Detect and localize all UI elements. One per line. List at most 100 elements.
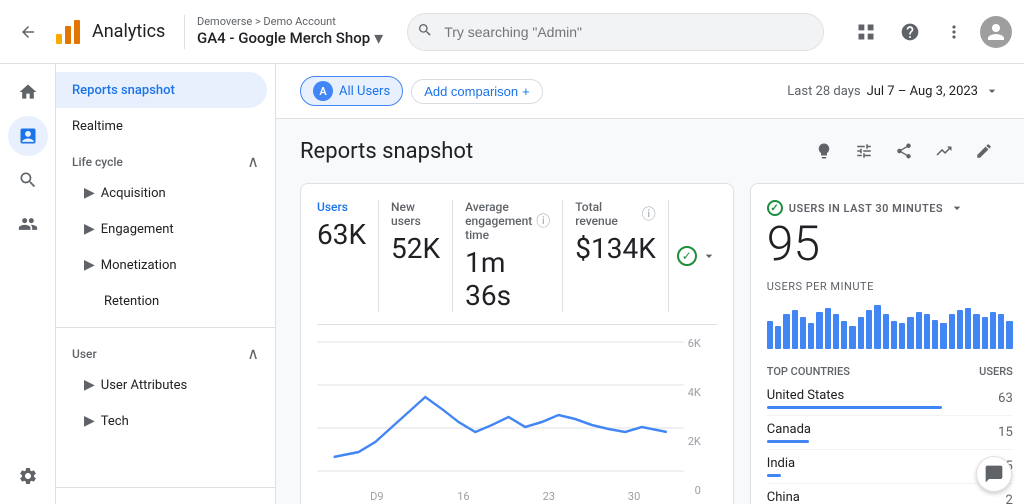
bar — [924, 314, 930, 349]
bar — [899, 323, 905, 349]
account-section: Demoverse > Demo Account GA4 - Google Me… — [184, 15, 383, 49]
bar — [891, 321, 897, 349]
add-comparison-button[interactable]: Add comparison + — [411, 79, 543, 104]
chart-area: 6K 4K 2K 0 D9Jul 16 23 30 — [317, 337, 717, 497]
sidebar-item-reports-snapshot[interactable]: Reports snapshot — [56, 72, 267, 108]
country-name: Canada — [767, 422, 942, 437]
sidebar-item-engagement[interactable]: ▶ Engagement — [56, 211, 267, 247]
sidebar-item-tech[interactable]: ▶ Tech — [56, 403, 267, 439]
countries-col-header: TOP COUNTRIES — [767, 361, 942, 382]
metric-engagement-label: Average engagement time ⓘ — [465, 200, 550, 242]
rail-settings-button[interactable] — [8, 456, 48, 496]
sidebar-section-user-label: User — [72, 347, 97, 361]
sidebar-divider — [56, 327, 275, 328]
x-label-30: 30 — [628, 490, 640, 504]
search-input[interactable] — [407, 13, 824, 51]
country-bar — [767, 406, 942, 409]
more-options-button[interactable] — [936, 14, 972, 50]
rail-home-button[interactable] — [8, 72, 48, 112]
metric-revenue-value: $134K — [575, 232, 656, 265]
sidebar-item-user-attributes[interactable]: ▶ User Attributes — [56, 367, 267, 403]
metric-revenue: Total revenue ⓘ $134K — [563, 200, 669, 312]
content-body: Reports snapshot — [276, 119, 1024, 504]
country-bar — [767, 474, 781, 477]
back-button[interactable] — [12, 16, 44, 48]
content-area: A All Users Add comparison + Last 28 day… — [276, 64, 1024, 504]
bar — [990, 312, 996, 349]
bar — [833, 314, 839, 349]
add-comparison-label: Add comparison — [424, 84, 518, 99]
edit-button[interactable] — [968, 135, 1000, 167]
all-users-badge[interactable]: A All Users — [300, 76, 403, 106]
sidebar-item-monetization[interactable]: ▶ Monetization — [56, 247, 267, 283]
metric-check[interactable]: ✓ — [669, 200, 717, 312]
metric-new-users-value: 52K — [391, 232, 440, 265]
page-title-actions — [808, 135, 1000, 167]
monetization-arrow-icon: ▶ — [84, 257, 95, 273]
bar — [792, 310, 798, 349]
sidebar-section-lifecycle[interactable]: Life cycle ∧ — [56, 144, 275, 175]
bar — [883, 314, 889, 349]
date-range[interactable]: Last 28 days Jul 7 – Aug 3, 2023 — [787, 83, 1000, 99]
chat-button[interactable] — [976, 456, 1012, 492]
date-range-value: Jul 7 – Aug 3, 2023 — [867, 84, 978, 99]
bar — [858, 317, 864, 349]
page-title: Reports snapshot — [300, 139, 473, 164]
topbar: Analytics Demoverse > Demo Account GA4 -… — [0, 0, 1024, 64]
avatar[interactable] — [980, 16, 1012, 48]
bar — [800, 317, 806, 349]
user-chevron-icon: ∧ — [247, 344, 259, 363]
right-panel: ✓ USERS IN LAST 30 MINUTES 95 USERS PER … — [750, 183, 1024, 504]
sidebar-item-acquisition[interactable]: ▶ Acquisition — [56, 175, 267, 211]
date-range-label: Last 28 days — [787, 84, 860, 99]
metric-revenue-label: Total revenue ⓘ — [575, 200, 656, 228]
all-users-initial: A — [313, 81, 333, 101]
x-label-jul9: D9Jul — [369, 490, 384, 504]
bar — [982, 317, 988, 349]
rail-reports-button[interactable] — [8, 116, 48, 156]
sidebar-label-tech: Tech — [101, 414, 129, 429]
help-button[interactable] — [892, 14, 928, 50]
sidebar-label-monetization: Monetization — [101, 258, 177, 273]
realtime-panel-title: ✓ USERS IN LAST 30 MINUTES — [767, 200, 1013, 216]
bar — [973, 314, 979, 349]
bar — [932, 320, 938, 349]
trending-button[interactable] — [928, 135, 960, 167]
rail-search-button[interactable] — [8, 160, 48, 200]
page-title-row: Reports snapshot — [300, 135, 1000, 167]
customize-button[interactable] — [848, 135, 880, 167]
sidebar-label-user-attributes: User Attributes — [101, 378, 187, 393]
line-chart — [317, 337, 717, 482]
content-header-left: A All Users Add comparison + — [300, 76, 543, 106]
lifecycle-chevron-icon: ∧ — [247, 152, 259, 171]
main-layout: Reports snapshot Realtime Life cycle ∧ ▶… — [0, 64, 1024, 504]
bar — [874, 305, 880, 349]
rail-people-button[interactable] — [8, 204, 48, 244]
metric-users-label: Users — [317, 200, 366, 214]
metrics-card: Users 63K New users 52K Aver — [300, 183, 734, 504]
grid-button[interactable] — [848, 14, 884, 50]
topbar-left: Analytics — [12, 16, 172, 48]
realtime-check-icon: ✓ — [767, 200, 783, 216]
insights-button[interactable] — [808, 135, 840, 167]
country-users: 15 — [942, 416, 1013, 450]
sidebar-footer-divider — [56, 487, 275, 488]
share-button[interactable] — [888, 135, 920, 167]
metric-new-users: New users 52K — [379, 200, 453, 312]
country-row: China2 — [767, 484, 1013, 504]
bar — [940, 323, 946, 349]
sidebar-item-retention[interactable]: Retention — [56, 283, 267, 319]
account-name-button[interactable]: GA4 - Google Merch Shop ▾ — [197, 28, 383, 49]
bar — [767, 321, 773, 349]
account-chevron-icon: ▾ — [374, 28, 383, 49]
account-breadcrumb: Demoverse > Demo Account — [197, 15, 383, 28]
bar — [808, 323, 814, 349]
sidebar-library-button[interactable]: Library — [56, 496, 275, 504]
country-name: China — [767, 490, 942, 504]
engagement-info-icon: ⓘ — [536, 211, 550, 231]
sidebar-item-realtime[interactable]: Realtime — [56, 108, 267, 144]
sidebar-section-user[interactable]: User ∧ — [56, 336, 275, 367]
country-row: United States63 — [767, 382, 1013, 416]
metric-users: Users 63K — [317, 200, 379, 312]
per-minute-label: USERS PER MINUTE — [767, 280, 1013, 293]
